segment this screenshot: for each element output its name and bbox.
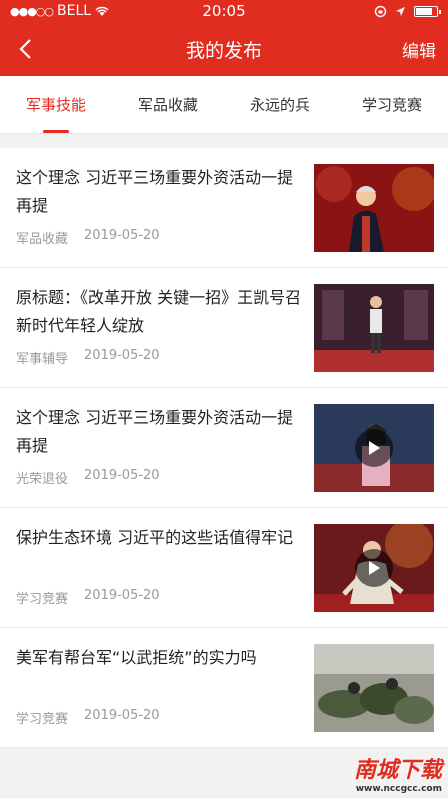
item-thumbnail <box>314 284 434 372</box>
item-date: 2019-05-20 <box>84 708 160 723</box>
edit-button[interactable]: 编辑 <box>402 37 448 62</box>
item-thumbnail <box>314 164 434 252</box>
signal-strength-icon: ●●●○○ <box>10 4 54 18</box>
status-bar: ●●●○○ BELL 20:05 <box>0 0 448 22</box>
page-title: 我的发布 <box>185 39 263 62</box>
battery-icon <box>414 5 441 17</box>
tab-active-indicator <box>43 130 69 133</box>
chevron-left-icon <box>19 39 31 59</box>
item-category: 学习竞赛 <box>16 592 69 607</box>
location-arrow-icon <box>396 6 405 16</box>
tab-label: 军事技能 <box>25 96 86 114</box>
play-icon <box>369 561 380 575</box>
watermark-url: www.nccgcc.com <box>355 784 442 794</box>
wifi-icon <box>95 6 109 16</box>
play-video-button[interactable] <box>355 549 393 587</box>
list-item[interactable]: 美军有帮台军“以武拒统”的实力吗 学习竞赛 2019-05-20 <box>0 628 448 748</box>
tab-study-contest[interactable]: 学习竞赛 <box>336 76 448 133</box>
item-title: 这个理念 习近平三场重要外资活动一提再提 <box>16 168 294 215</box>
item-category: 军事辅导 <box>16 352 69 367</box>
list-item[interactable]: 保护生态环境 习近平的这些话值得牢记 学习竞赛 2019-05-20 <box>0 508 448 628</box>
watermark-logo: 南城下载 <box>353 758 442 783</box>
tab-military-skills[interactable]: 军事技能 <box>0 76 112 133</box>
play-video-button[interactable] <box>355 429 393 467</box>
item-category: 光荣退役 <box>16 472 69 487</box>
tab-military-collection[interactable]: 军品收藏 <box>112 76 224 133</box>
tab-label: 永远的兵 <box>249 96 310 114</box>
post-list: 这个理念 习近平三场重要外资活动一提再提 军品收藏 2019-05-20 原标题：… <box>0 148 448 748</box>
carrier-name: BELL <box>57 3 92 19</box>
item-date: 2019-05-20 <box>84 468 160 483</box>
item-title: 美军有帮台军“以武拒统”的实力吗 <box>16 648 257 667</box>
list-item[interactable]: 这个理念 习近平三场重要外资活动一提再提 军品收藏 2019-05-20 <box>0 148 448 268</box>
nav-bar: 我的发布 编辑 <box>0 22 448 76</box>
item-category: 军品收藏 <box>16 232 69 247</box>
item-thumbnail <box>314 524 434 612</box>
item-category: 学习竞赛 <box>16 712 69 727</box>
tab-forever-soldier[interactable]: 永远的兵 <box>224 76 336 133</box>
list-item[interactable]: 原标题：《改革开放 关键一招》王凯号召新时代年轻人绽放 军事辅导 2019-05-… <box>0 268 448 388</box>
tab-label: 军品收藏 <box>137 96 198 114</box>
item-title: 原标题：《改革开放 关键一招》王凯号召新时代年轻人绽放 <box>16 288 302 335</box>
item-date: 2019-05-20 <box>84 588 160 603</box>
item-date: 2019-05-20 <box>84 228 160 243</box>
tab-label: 学习竞赛 <box>361 96 422 114</box>
rotation-lock-icon <box>374 5 387 17</box>
item-date: 2019-05-20 <box>84 348 160 363</box>
item-thumbnail <box>314 644 434 732</box>
status-time: 20:05 <box>202 2 246 20</box>
list-item[interactable]: 这个理念 习近平三场重要外资活动一提再提 光荣退役 2019-05-20 <box>0 388 448 508</box>
category-tabs: 军事技能 军品收藏 永远的兵 学习竞赛 <box>0 76 448 134</box>
back-button[interactable] <box>0 22 50 76</box>
play-icon <box>369 441 380 455</box>
item-title: 这个理念 习近平三场重要外资活动一提再提 <box>16 408 294 455</box>
item-thumbnail <box>314 404 434 492</box>
watermark: 南城下载 www.nccgcc.com <box>354 752 442 794</box>
item-title: 保护生态环境 习近平的这些话值得牢记 <box>16 528 294 547</box>
